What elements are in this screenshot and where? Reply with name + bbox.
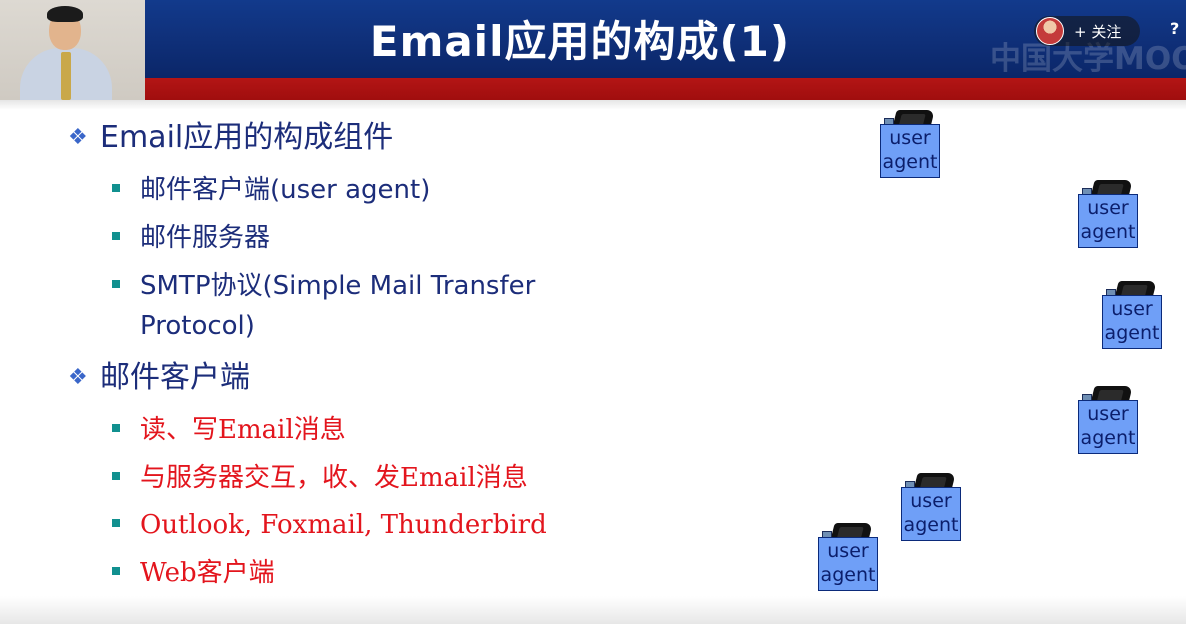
slide-title: Email应用的构成(1) bbox=[369, 17, 791, 66]
help-icon[interactable]: ? bbox=[1170, 20, 1184, 38]
bullet-level2-smtp: SMTP协议(Simple Mail Transfer bbox=[112, 267, 535, 305]
diamond-bullet-icon: ❖ bbox=[68, 365, 88, 390]
square-bullet-icon bbox=[112, 232, 120, 240]
bullet-level1-components: ❖ Email应用的构成组件 bbox=[68, 120, 393, 156]
bullet-level2-clients: Outlook, Foxmail, Thunderbird bbox=[112, 506, 547, 544]
presenter-video[interactable] bbox=[0, 0, 145, 100]
square-bullet-icon bbox=[112, 567, 120, 575]
bullet-level1-client: ❖ 邮件客户端 bbox=[68, 360, 250, 396]
square-bullet-icon bbox=[112, 184, 120, 192]
bottom-fade bbox=[0, 596, 1186, 624]
user-agent-label: user agent bbox=[901, 487, 961, 541]
user-agent-node-6: user agent bbox=[818, 523, 882, 595]
user-agent-label: user agent bbox=[1078, 194, 1138, 248]
bullet-level2-mail-server: 邮件服务器 bbox=[112, 219, 270, 257]
bullet-level2-web-client: Web客户端 bbox=[112, 554, 275, 592]
diamond-bullet-icon: ❖ bbox=[68, 125, 88, 150]
bullet-level2-user-agent: 邮件客户端(user agent) bbox=[112, 171, 430, 209]
user-agent-node-2: user agent bbox=[1078, 180, 1142, 252]
user-agent-label: user agent bbox=[880, 124, 940, 178]
bullet-text: 读、写Email消息 bbox=[140, 415, 346, 445]
bullet-level2-read-write: 读、写Email消息 bbox=[112, 411, 346, 449]
follow-label: + 关注 bbox=[1074, 22, 1122, 41]
user-agent-node-5: user agent bbox=[901, 473, 965, 545]
square-bullet-icon bbox=[112, 472, 120, 480]
user-agent-node-3: user agent bbox=[1102, 281, 1166, 353]
presenter-hair bbox=[47, 6, 83, 22]
user-agent-label: user agent bbox=[1078, 400, 1138, 454]
bullet-text: Outlook, Foxmail, Thunderbird bbox=[140, 510, 547, 540]
bullet-text: 邮件服务器 bbox=[140, 223, 271, 253]
header-shadow bbox=[0, 100, 1186, 110]
channel-avatar bbox=[1036, 17, 1064, 45]
bullet-text: Email应用的构成组件 bbox=[100, 120, 394, 155]
slide-header-red-band bbox=[0, 78, 1186, 100]
user-agent-node-1: user agent bbox=[880, 110, 944, 182]
user-agent-node-4: user agent bbox=[1078, 386, 1142, 458]
bullet-text: Web客户端 bbox=[140, 558, 275, 588]
square-bullet-icon bbox=[112, 280, 120, 288]
square-bullet-icon bbox=[112, 519, 120, 527]
follow-button[interactable]: + 关注 bbox=[1034, 16, 1140, 46]
user-agent-label: user agent bbox=[818, 537, 878, 591]
bullet-text: 邮件客户端 bbox=[100, 360, 250, 395]
bullet-text: SMTP协议(Simple Mail Transfer bbox=[140, 271, 536, 301]
bullet-level2-interact: 与服务器交互，收、发Email消息 bbox=[112, 459, 528, 497]
bullet-text-continuation: Protocol) bbox=[140, 311, 255, 341]
presenter-tie bbox=[61, 52, 71, 100]
square-bullet-icon bbox=[112, 424, 120, 432]
user-agent-label: user agent bbox=[1102, 295, 1162, 349]
bullet-text: 邮件客户端(user agent) bbox=[140, 175, 431, 205]
bullet-text: 与服务器交互，收、发Email消息 bbox=[140, 463, 528, 493]
